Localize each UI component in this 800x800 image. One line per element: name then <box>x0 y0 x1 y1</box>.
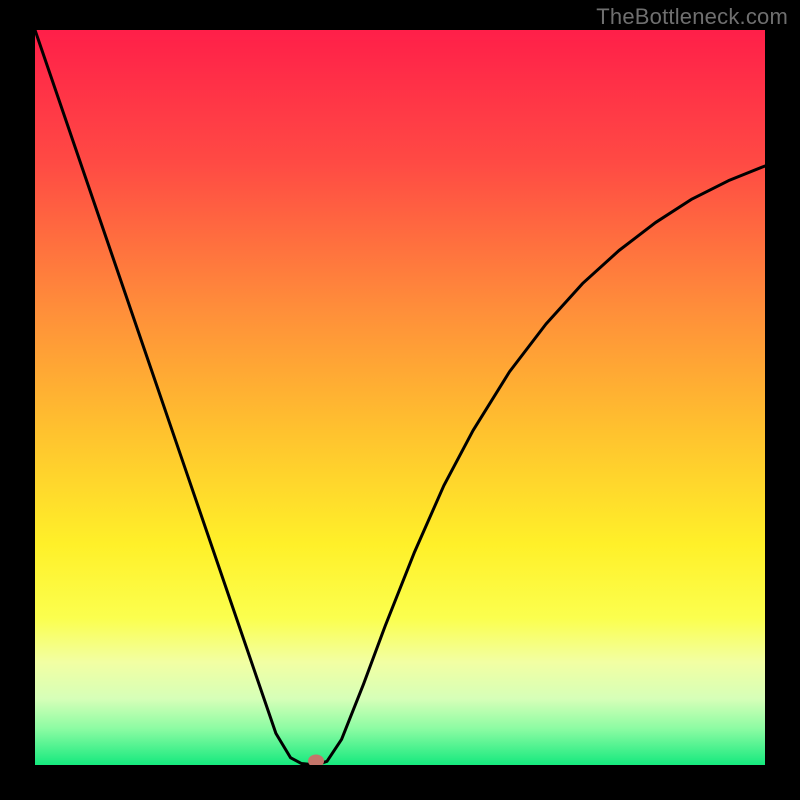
watermark-text: TheBottleneck.com <box>596 4 788 30</box>
chart-frame: TheBottleneck.com <box>0 0 800 800</box>
plot-svg <box>35 30 765 765</box>
gradient-background <box>35 30 765 765</box>
plot-area <box>35 30 765 765</box>
